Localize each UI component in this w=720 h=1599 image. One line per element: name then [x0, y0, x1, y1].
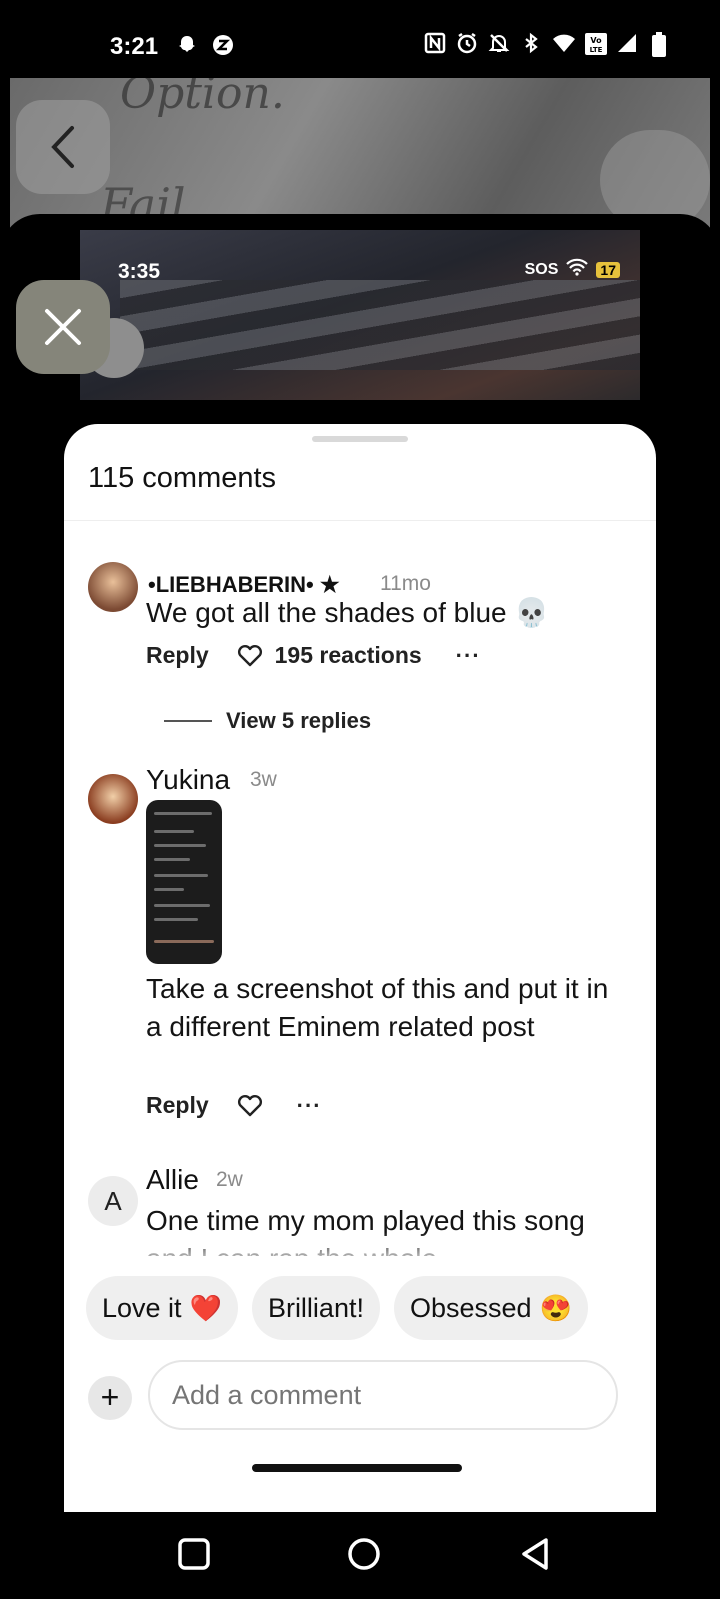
more-options-button[interactable]: ···: [456, 643, 481, 669]
heart-icon[interactable]: [237, 1094, 263, 1118]
battery-icon: [648, 32, 670, 57]
comment-time: 3w: [250, 768, 277, 791]
bluetooth-icon: [520, 32, 542, 54]
close-button[interactable]: [16, 280, 110, 374]
sheet-grabber[interactable]: [312, 436, 408, 442]
svg-text:LTE: LTE: [590, 46, 603, 54]
quick-reaction-brilliant[interactable]: Brilliant!: [251, 1276, 380, 1340]
comment-actions: Reply ···: [146, 1092, 322, 1119]
avatar[interactable]: [88, 774, 138, 824]
snapchat-icon: [176, 34, 198, 56]
home-icon[interactable]: [344, 1534, 384, 1574]
embedded-video-screenshot: [80, 230, 640, 400]
comment-actions: Reply 195 reactions ···: [146, 642, 481, 669]
chip-label: Obsessed: [409, 1292, 532, 1323]
comment-text: We got all the shades of blue 💀: [146, 597, 550, 628]
app-z-icon: [212, 34, 234, 56]
comment-attached-screenshot[interactable]: [146, 800, 222, 964]
back-button[interactable]: [16, 100, 110, 194]
recents-icon[interactable]: [174, 1534, 214, 1574]
avatar[interactable]: [88, 562, 138, 612]
add-comment-input[interactable]: [148, 1360, 618, 1430]
more-options-button[interactable]: ···: [297, 1093, 322, 1119]
alarm-icon: [456, 32, 478, 54]
mute-icon: [488, 32, 510, 54]
heart-emoji-icon: ❤️: [189, 1292, 222, 1323]
quick-reaction-obsessed[interactable]: Obsessed 😍: [393, 1276, 588, 1340]
nfc-icon: [424, 32, 446, 54]
wifi-icon: [552, 32, 575, 54]
heart-eyes-emoji-icon: 😍: [539, 1292, 572, 1323]
comments-count-title: 115 comments: [88, 462, 277, 494]
add-attachment-button[interactable]: +: [88, 1376, 132, 1420]
close-icon: [45, 309, 81, 345]
reply-button[interactable]: Reply: [146, 642, 209, 669]
inner-wifi-icon: [566, 258, 589, 281]
inner-status-icons: SOS 17: [525, 258, 620, 281]
inner-battery-badge: 17: [596, 261, 620, 278]
chevron-left-icon: [51, 126, 74, 168]
quick-reaction-love-it[interactable]: Love it ❤️: [86, 1276, 238, 1340]
comment-time: 11mo: [380, 572, 431, 595]
volte-icon: Vo LTE: [584, 32, 607, 55]
inner-sos-label: SOS: [524, 260, 559, 278]
chip-label: Love it: [102, 1292, 182, 1323]
comment-author[interactable]: Allie: [146, 1164, 199, 1196]
inner-status-time: 3:35: [118, 260, 161, 283]
home-indicator[interactable]: [252, 1464, 462, 1472]
heart-icon[interactable]: [237, 644, 263, 668]
status-time: 3:21: [110, 33, 159, 60]
comment-text: Take a screenshot of this and put it in …: [146, 973, 609, 1042]
comment-author[interactable]: Yukina: [146, 764, 230, 796]
reactions-count[interactable]: 195 reactions: [275, 642, 422, 669]
divider: [164, 720, 212, 722]
reply-button[interactable]: Reply: [146, 1092, 209, 1119]
chip-label: Brilliant!: [267, 1292, 364, 1323]
signal-icon: [616, 32, 638, 54]
status-bar: 3:21 Vo LTE: [0, 0, 720, 78]
back-icon[interactable]: [516, 1534, 556, 1574]
divider: [64, 520, 656, 521]
svg-text:Vo: Vo: [590, 36, 602, 45]
quick-reactions: Love it ❤️ Brilliant! Obsessed 😍: [86, 1276, 588, 1340]
view-replies-button[interactable]: View 5 replies: [164, 708, 371, 734]
background-art: Option.: [120, 78, 285, 119]
system-nav-bar: [0, 1512, 720, 1599]
comment-time: 2w: [216, 1168, 243, 1191]
comments-sheet: 115 comments •LIEBHABERIN• ★ 11mo We got…: [64, 424, 656, 1512]
avatar[interactable]: A: [88, 1176, 138, 1226]
view-replies-label: View 5 replies: [226, 708, 372, 733]
